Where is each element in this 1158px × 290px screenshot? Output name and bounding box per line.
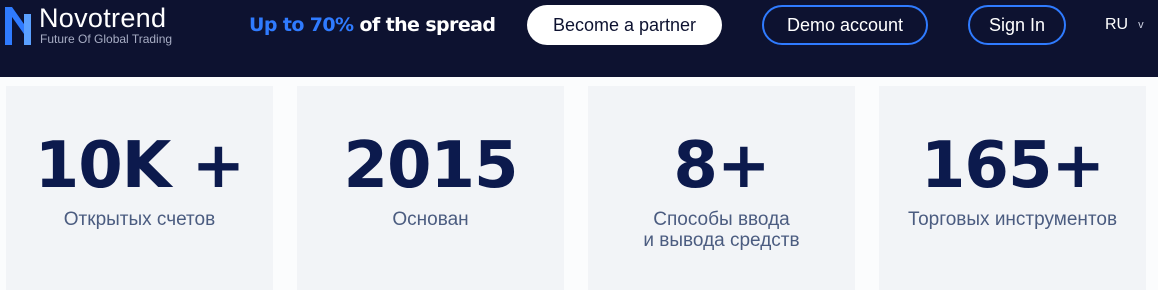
stat-card-instruments: 165+ Торговых инструментов: [879, 86, 1146, 290]
top-navigation-bar: Novotrend Future Of Global Trading Up to…: [0, 0, 1158, 77]
stat-label: Торговых инструментов: [907, 209, 1118, 230]
brand-tagline: Future Of Global Trading: [40, 32, 173, 46]
language-selector[interactable]: RU v: [1105, 14, 1144, 36]
sign-in-button[interactable]: Sign In: [968, 5, 1066, 45]
stat-value: 2015: [343, 129, 518, 203]
stat-label: Открытых счетов: [63, 209, 216, 230]
stat-value: 165+: [920, 129, 1105, 203]
chevron-down-icon: v: [1138, 19, 1144, 31]
stat-card-accounts: 10K + Открытых счетов: [6, 86, 273, 290]
stat-card-payment-methods: 8+ Способы ввода и вывода средств: [588, 86, 855, 290]
novotrend-logo-icon: [5, 7, 31, 45]
brand-logo[interactable]: Novotrend Future Of Global Trading: [5, 3, 205, 46]
stat-value: 8+: [673, 129, 770, 203]
stat-value: 10K +: [34, 129, 246, 203]
stats-section: 10K + Открытых счетов 2015 Основан 8+ Сп…: [0, 77, 1158, 290]
spread-promo-text: Up to 70% of the spread: [249, 12, 496, 38]
brand-name: Novotrend: [39, 3, 167, 33]
stat-card-founded: 2015 Основан: [297, 86, 564, 290]
stat-label: Способы ввода и вывода средств: [643, 209, 800, 251]
promo-accent: Up to 70%: [249, 14, 354, 36]
demo-account-button[interactable]: Demo account: [762, 5, 928, 45]
promo-rest: of the spread: [353, 14, 496, 36]
become-partner-button[interactable]: Become a partner: [527, 5, 722, 45]
language-label: RU: [1105, 16, 1129, 33]
stat-label: Основан: [392, 209, 469, 230]
